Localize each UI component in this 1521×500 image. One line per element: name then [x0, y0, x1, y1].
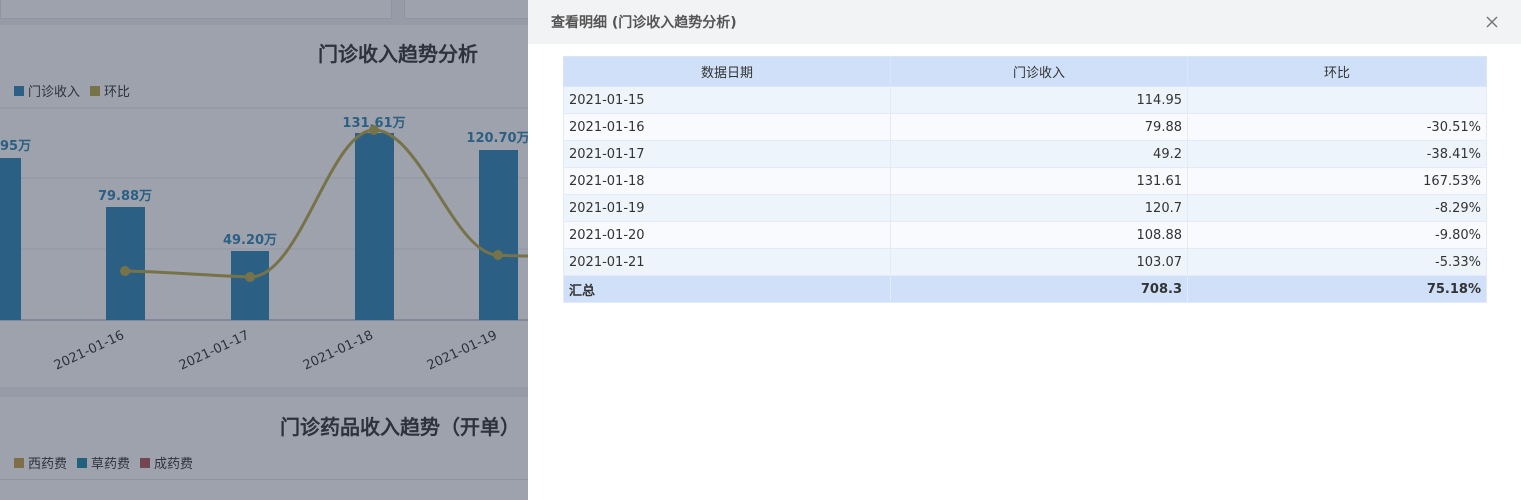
detail-drawer: 查看明细 (门诊收入趋势分析) 数据日期 门诊收入 环比 2021-01-15 … [528, 0, 1521, 500]
table-row: 2021-01-20 108.88 -9.80% [563, 221, 1487, 249]
column-header-income[interactable]: 门诊收入 [890, 56, 1188, 87]
cell-ratio: -8.29% [1187, 194, 1487, 222]
cell-total-ratio: 75.18% [1187, 275, 1487, 303]
cell-date: 2021-01-17 [563, 140, 891, 168]
cell-total-income: 708.3 [890, 275, 1188, 303]
column-header-ratio[interactable]: 环比 [1187, 56, 1487, 87]
cell-date: 2021-01-15 [563, 86, 891, 114]
drawer-title: 查看明细 (门诊收入趋势分析) [551, 15, 737, 31]
cell-ratio: -30.51% [1187, 113, 1487, 141]
table-row: 2021-01-18 131.61 167.53% [563, 167, 1487, 195]
cell-total-label: 汇总 [563, 275, 891, 303]
cell-ratio [1187, 86, 1487, 114]
table-total-row: 汇总 708.3 75.18% [563, 275, 1487, 303]
cell-date: 2021-01-18 [563, 167, 891, 195]
cell-income: 79.88 [890, 113, 1188, 141]
cell-ratio: -5.33% [1187, 248, 1487, 276]
table-row: 2021-01-15 114.95 [563, 86, 1487, 114]
cell-income: 114.95 [890, 86, 1188, 114]
cell-date: 2021-01-19 [563, 194, 891, 222]
cell-ratio: 167.53% [1187, 167, 1487, 195]
cell-income: 49.2 [890, 140, 1188, 168]
table-row: 2021-01-17 49.2 -38.41% [563, 140, 1487, 168]
table-row: 2021-01-21 103.07 -5.33% [563, 248, 1487, 276]
cell-date: 2021-01-20 [563, 221, 891, 249]
cell-date: 2021-01-21 [563, 248, 891, 276]
column-header-date[interactable]: 数据日期 [563, 56, 891, 87]
cell-ratio: -38.41% [1187, 140, 1487, 168]
cell-ratio: -9.80% [1187, 221, 1487, 249]
table-row: 2021-01-19 120.7 -8.29% [563, 194, 1487, 222]
cell-income: 131.61 [890, 167, 1188, 195]
drawer-header: 查看明细 (门诊收入趋势分析) [528, 0, 1521, 44]
close-icon[interactable] [1485, 15, 1499, 29]
detail-table-wrap: 数据日期 门诊收入 环比 2021-01-15 114.95 2021-01-1… [563, 56, 1487, 303]
table-row: 2021-01-16 79.88 -30.51% [563, 113, 1487, 141]
cell-income: 120.7 [890, 194, 1188, 222]
cell-income: 103.07 [890, 248, 1188, 276]
table-header-row: 数据日期 门诊收入 环比 [563, 56, 1487, 87]
cell-date: 2021-01-16 [563, 113, 891, 141]
detail-table: 数据日期 门诊收入 环比 2021-01-15 114.95 2021-01-1… [563, 56, 1487, 303]
cell-income: 108.88 [890, 221, 1188, 249]
